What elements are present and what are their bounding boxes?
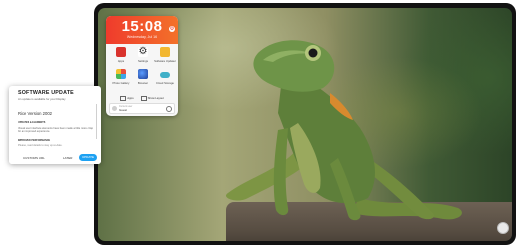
clock-date: Wednesday, Jul 16	[126, 35, 158, 39]
clock-time: 15:08	[121, 18, 163, 35]
user-name: Guest	[119, 107, 128, 112]
show-layout-label: Show Layout	[147, 96, 164, 100]
user-info: Current user Guest	[119, 105, 132, 111]
apps-button-label: Apps	[127, 96, 134, 100]
section-heading: UPDATES & ELEMENTS	[18, 121, 46, 124]
launcher-panel: 15:08 Wednesday, Jul 16 ⚙ Apps ⚙ Setting…	[106, 16, 178, 116]
section-heading: IMPROVED PERFORMANCE	[18, 139, 51, 142]
later-button[interactable]: LATER	[63, 156, 72, 160]
app-browser[interactable]: Browser	[132, 69, 154, 91]
app-label: Apps	[117, 59, 125, 63]
clock-widget: 15:08 Wednesday, Jul 16 ⚙	[106, 16, 178, 44]
customs-url-button[interactable]: CUSTOMS URL	[23, 156, 45, 160]
gear-icon[interactable]: ⚙	[169, 26, 175, 32]
grid-icon	[120, 95, 127, 101]
launcher-buttons: Apps Show Layout	[110, 95, 174, 101]
apps-button[interactable]: Apps	[118, 95, 135, 101]
user-bar[interactable]: Current user Guest	[109, 103, 175, 114]
scrollbar[interactable]	[95, 104, 97, 139]
app-photo-gallery[interactable]: Photo Gallery	[110, 69, 132, 91]
app-cloud-storage[interactable]: Cloud Storage	[154, 69, 176, 91]
update-button[interactable]: UPDATE	[79, 154, 97, 161]
section-text: Visual user interface elements have been…	[18, 127, 94, 134]
layout-icon	[140, 95, 147, 101]
app-settings[interactable]: ⚙ Settings	[132, 47, 154, 69]
dialog-subtitle: An update is available for your Display	[18, 97, 66, 101]
home-button[interactable]	[497, 222, 509, 234]
dialog-title: SOFTWARE UPDATE	[18, 90, 74, 96]
power-icon[interactable]	[166, 105, 172, 112]
wallpaper: 15:08 Wednesday, Jul 16 ⚙ Apps ⚙ Setting…	[98, 8, 512, 241]
app-software-updater[interactable]: Software Updater	[154, 47, 176, 69]
avatar	[112, 106, 117, 111]
dialog-footer: CUSTOMS URL LATER UPDATE	[9, 152, 101, 164]
app-label: Software Updater	[154, 59, 176, 63]
show-layout-button[interactable]: Show Layout	[139, 95, 166, 101]
browser-icon	[138, 69, 148, 79]
software-updater-icon	[160, 47, 170, 57]
app-label: Browser	[137, 81, 149, 85]
photo-gallery-icon	[116, 69, 126, 79]
app-label: Photo Gallery	[112, 81, 130, 85]
software-update-dialog: SOFTWARE UPDATE An update is available f…	[9, 86, 101, 164]
section-text: Please, read details to stay up-to-date.	[18, 144, 63, 147]
version-label: Rice Version 2002	[18, 111, 52, 116]
app-label: Settings	[137, 59, 149, 63]
device-frame: 15:08 Wednesday, Jul 16 ⚙ Apps ⚙ Setting…	[94, 3, 516, 245]
gear-icon: ⚙	[138, 46, 148, 57]
cloud-icon	[160, 69, 170, 79]
app-apps[interactable]: Apps	[110, 47, 132, 69]
apps-icon	[116, 47, 126, 57]
app-label: Cloud Storage	[156, 81, 174, 85]
